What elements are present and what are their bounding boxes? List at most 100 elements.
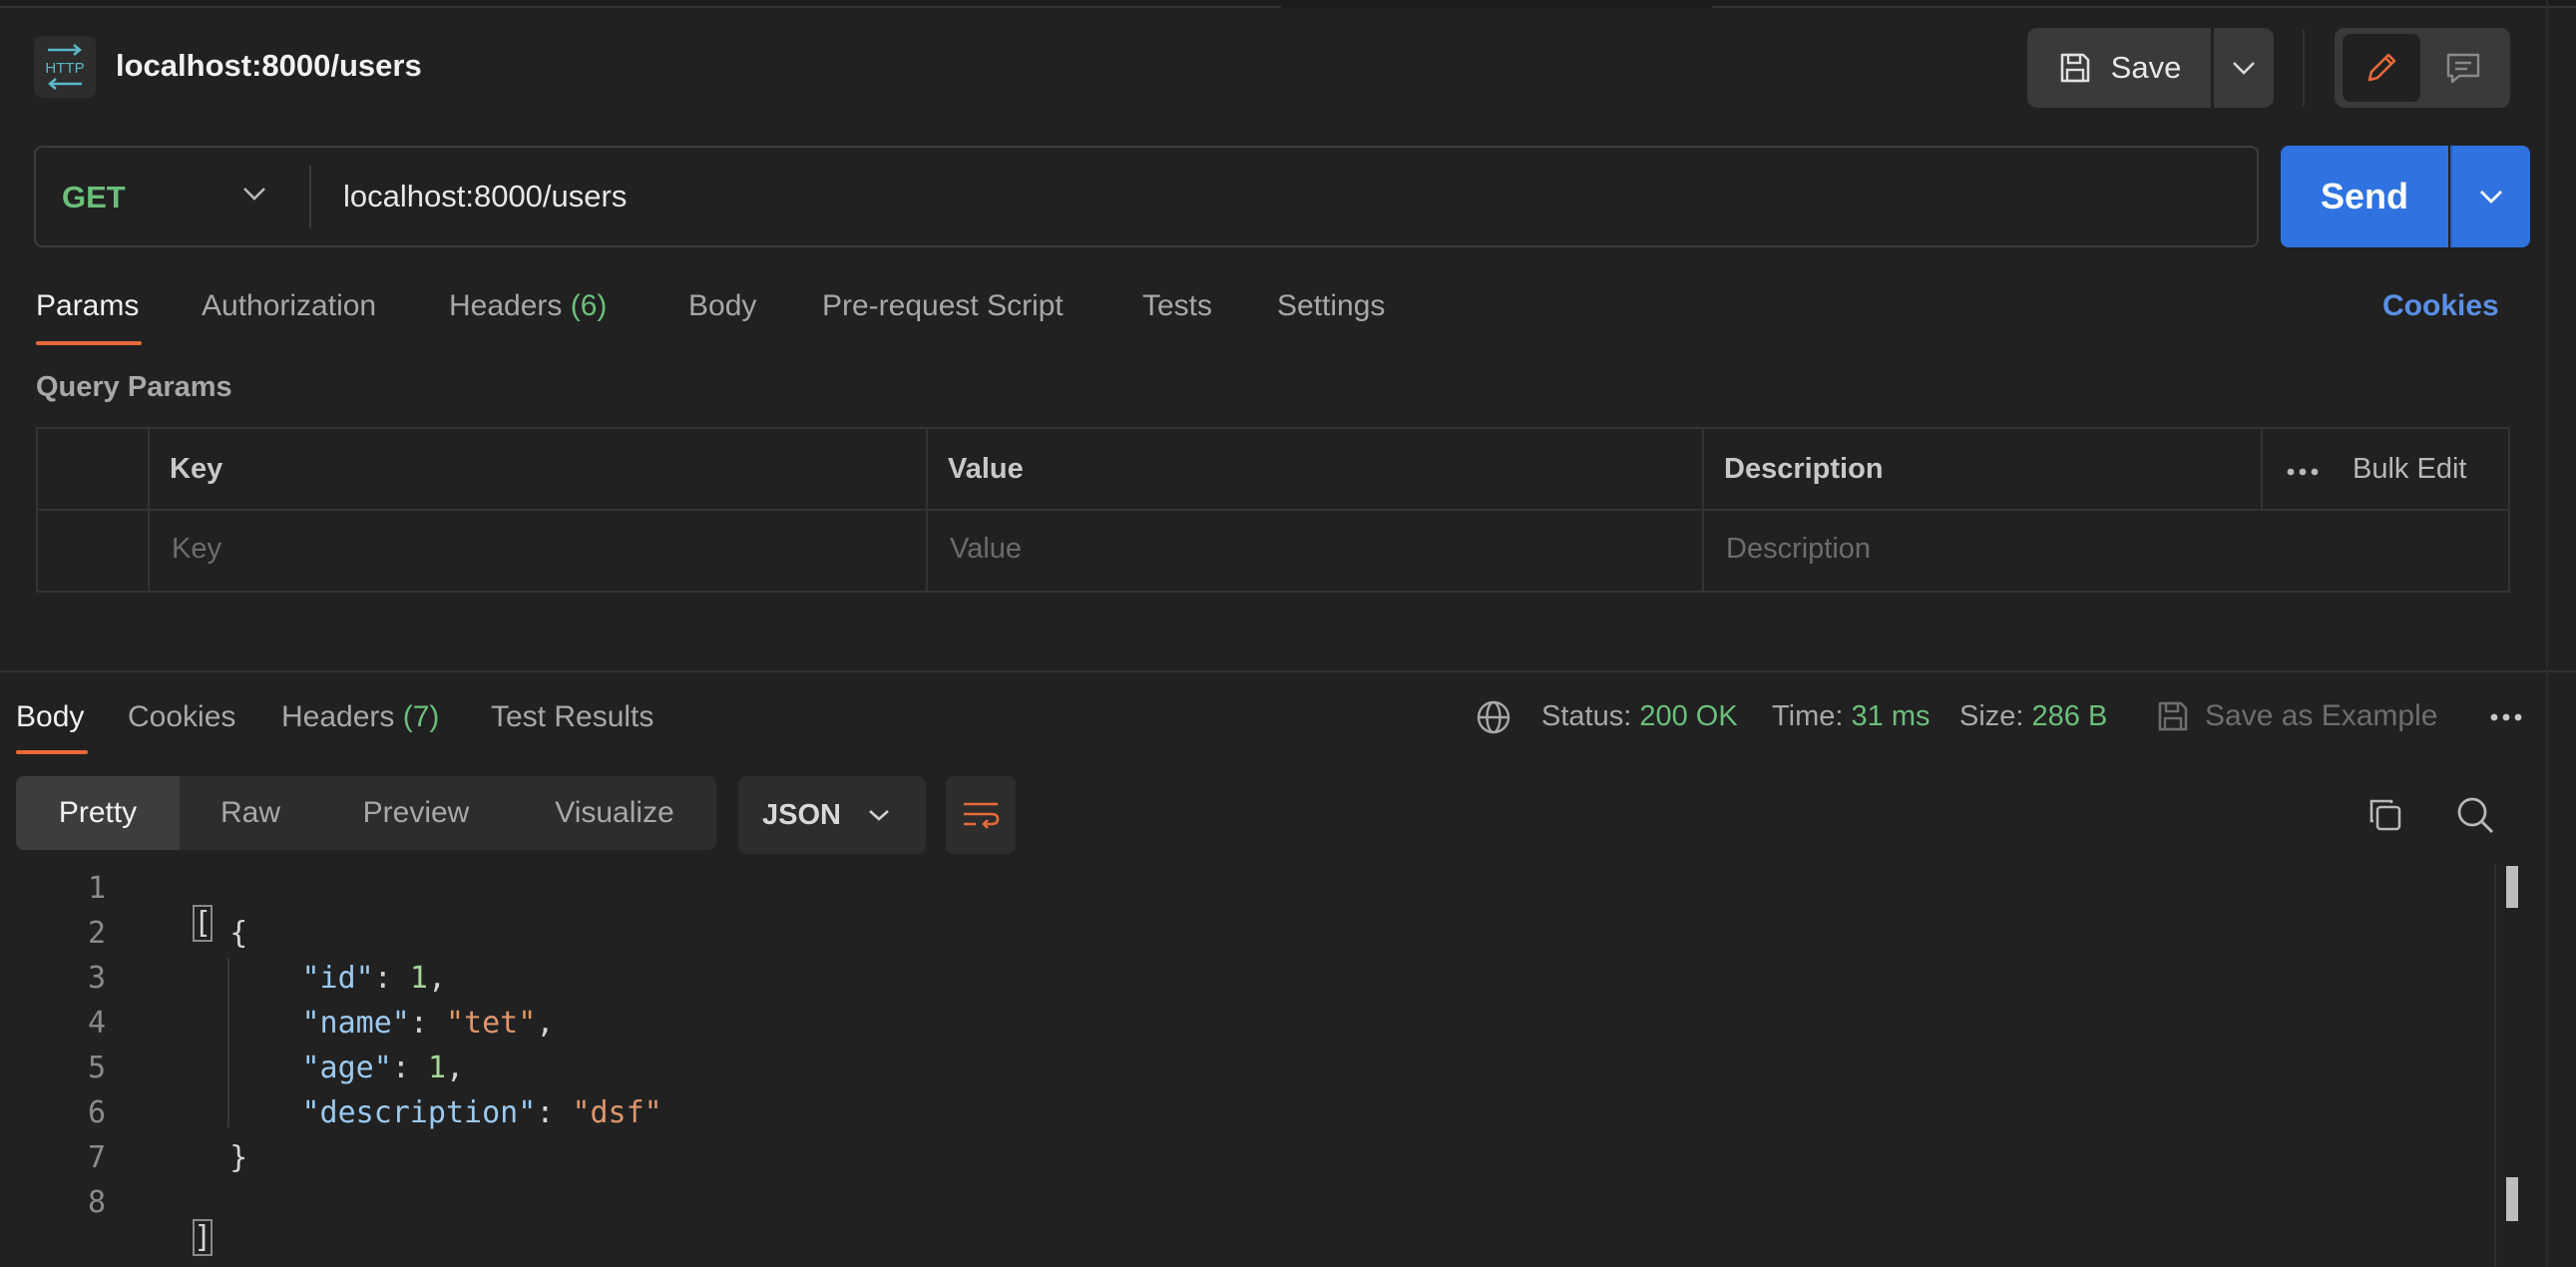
active-tab-indicator	[16, 750, 88, 754]
more-options-icon[interactable]	[2285, 467, 2321, 477]
close-bracket: ]	[193, 1219, 214, 1256]
response-more-options-icon[interactable]	[2488, 712, 2524, 722]
save-button[interactable]: Save	[2027, 28, 2211, 108]
json-string: "tet"	[446, 1006, 537, 1041]
tab-headers-label: Headers	[449, 289, 563, 322]
status-label: Status:	[1541, 700, 1632, 732]
view-pretty-button[interactable]: Pretty	[16, 776, 180, 850]
top-tab-segment	[1712, 0, 2576, 8]
wrap-lines-icon	[961, 798, 1001, 832]
size-value: 286 B	[2031, 700, 2108, 732]
floppy-disk-icon	[2057, 50, 2093, 86]
wrap-lines-button[interactable]	[946, 776, 1016, 854]
tab-headers[interactable]: Headers (6)	[449, 289, 607, 323]
line-number: 4	[87, 1006, 106, 1041]
json-number: 1	[427, 1051, 446, 1085]
line-number: 3	[87, 961, 106, 996]
time-value: 31 ms	[1851, 700, 1931, 732]
url-input[interactable]	[329, 166, 2225, 227]
json-string: "dsf"	[572, 1095, 662, 1130]
edit-mode-button[interactable]	[2343, 34, 2420, 102]
close-brace: }	[229, 1140, 248, 1175]
url-separator	[309, 166, 311, 227]
param-value-input[interactable]: Value	[950, 533, 1022, 566]
window-edge	[2546, 0, 2548, 1267]
response-tab-headers-count: (7)	[402, 700, 440, 733]
save-as-example-label: Save as Example	[2205, 699, 2438, 732]
code-line[interactable]: ]	[158, 1185, 214, 1256]
column-header-key: Key	[170, 453, 223, 485]
format-selector[interactable]: JSON	[738, 776, 926, 854]
scrollbar-marker	[2506, 1177, 2518, 1221]
active-tab-indicator	[36, 341, 142, 345]
chevron-down-icon	[2478, 189, 2504, 205]
comment-icon	[2443, 48, 2483, 88]
search-icon[interactable]	[2454, 794, 2496, 836]
table-row-divider	[36, 509, 2510, 511]
tab-headers-count: (6)	[570, 289, 608, 322]
save-label: Save	[2110, 50, 2182, 85]
view-preview-button[interactable]: Preview	[321, 776, 511, 850]
scrollbar-marker	[2506, 866, 2518, 908]
floppy-disk-icon	[2155, 698, 2191, 734]
code-line[interactable]: {	[158, 916, 247, 951]
line-number: 8	[87, 1185, 106, 1220]
response-status: Status: 200 OK	[1541, 700, 1738, 733]
json-number: 1	[409, 961, 428, 996]
method-selector[interactable]: GET	[62, 180, 126, 215]
response-time: Time: 31 ms	[1772, 700, 1930, 733]
json-key: "age"	[301, 1051, 392, 1085]
header-divider	[2303, 30, 2305, 106]
tab-authorization[interactable]: Authorization	[202, 289, 376, 323]
bulk-edit-button[interactable]: Bulk Edit	[2353, 453, 2466, 486]
line-number: 7	[87, 1140, 106, 1175]
code-line[interactable]: "id": 1,	[158, 961, 447, 996]
time-label: Time:	[1772, 700, 1844, 732]
format-value: JSON	[762, 798, 841, 831]
query-params-title: Query Params	[36, 371, 232, 403]
tab-tests[interactable]: Tests	[1142, 289, 1212, 323]
code-line[interactable]: "age": 1,	[158, 1051, 465, 1085]
tab-settings[interactable]: Settings	[1277, 289, 1385, 323]
cookies-link[interactable]: Cookies	[2382, 289, 2499, 323]
view-visualize-button[interactable]: Visualize	[517, 776, 712, 850]
comment-mode-button[interactable]	[2424, 34, 2502, 102]
chevron-down-icon	[2231, 60, 2257, 76]
send-dropdown-button[interactable]	[2450, 146, 2530, 247]
open-brace: {	[229, 916, 248, 951]
top-tab-strip	[0, 0, 2576, 8]
line-number: 2	[87, 916, 106, 951]
svg-text:HTTP: HTTP	[45, 60, 84, 77]
param-description-input[interactable]: Description	[1726, 533, 1871, 566]
globe-icon[interactable]	[1475, 698, 1512, 736]
line-number: 6	[87, 1095, 106, 1130]
save-dropdown-button[interactable]	[2214, 28, 2274, 108]
response-divider[interactable]	[0, 670, 2576, 672]
tab-body[interactable]: Body	[688, 289, 756, 323]
send-button[interactable]: Send	[2281, 146, 2448, 247]
table-divider	[2261, 427, 2263, 509]
chevron-down-icon[interactable]	[241, 186, 267, 202]
code-line[interactable]: "name": "tet",	[158, 1006, 555, 1041]
copy-icon[interactable]	[2364, 794, 2406, 836]
response-tab-headers[interactable]: Headers (7)	[281, 700, 439, 734]
json-key: "description"	[301, 1095, 537, 1130]
response-tab-cookies[interactable]: Cookies	[128, 700, 235, 734]
column-header-description: Description	[1724, 453, 1884, 485]
response-tab-body[interactable]: Body	[16, 700, 84, 734]
param-key-input[interactable]: Key	[172, 533, 221, 566]
editor-scrollbar-track[interactable]	[2494, 864, 2496, 1267]
response-size: Size: 286 B	[1959, 700, 2107, 733]
request-title[interactable]: localhost:8000/users	[116, 48, 422, 84]
save-as-example-button[interactable]: Save as Example	[2155, 698, 2437, 734]
code-line[interactable]: "description": "dsf"	[158, 1095, 662, 1130]
view-raw-button[interactable]: Raw	[186, 776, 315, 850]
size-label: Size:	[1959, 700, 2024, 732]
tab-pre-request-script[interactable]: Pre-request Script	[822, 289, 1064, 323]
json-key: "name"	[301, 1006, 410, 1041]
pencil-icon	[2361, 48, 2401, 88]
line-number: 5	[87, 1051, 106, 1085]
response-tab-test-results[interactable]: Test Results	[491, 700, 653, 734]
code-line[interactable]: }	[158, 1140, 247, 1175]
tab-params[interactable]: Params	[36, 289, 139, 323]
